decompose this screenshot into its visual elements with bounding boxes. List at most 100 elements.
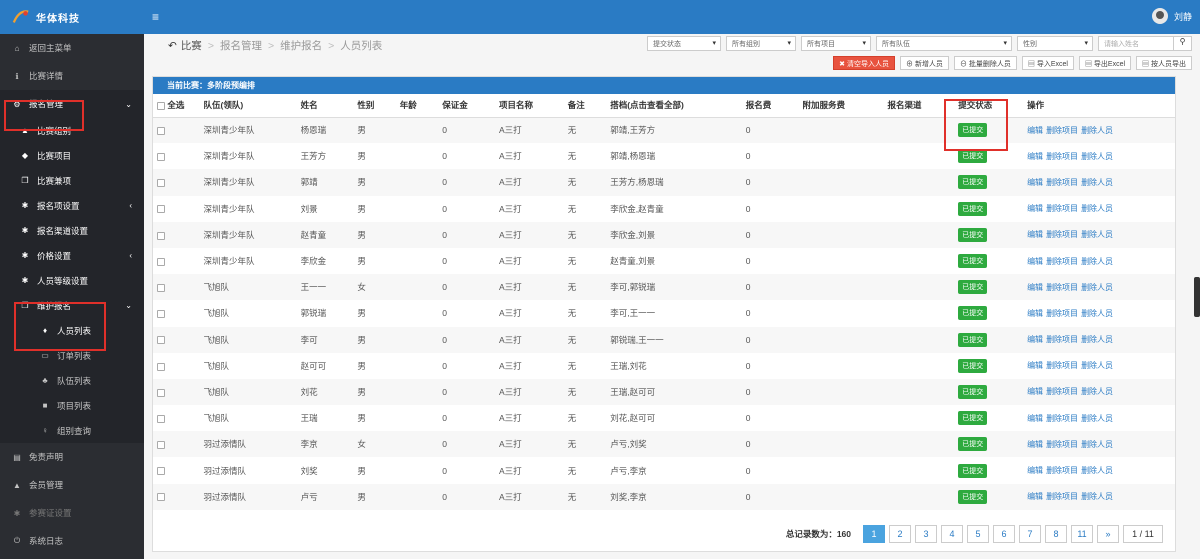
sidebar-item[interactable]: ✱ 参赛证设置 <box>0 499 144 527</box>
select-all-checkbox[interactable] <box>157 102 165 110</box>
add-person-button[interactable]: ⊕ 新增人员 <box>899 56 949 70</box>
delete-person-link[interactable]: 删除人员 <box>1081 283 1113 292</box>
cell-partner[interactable]: 李可,王一一 <box>610 308 655 318</box>
page-button[interactable]: 11 <box>1071 525 1093 543</box>
batch-delete-button[interactable]: ⊖ 批量删除人员 <box>953 56 1017 70</box>
delete-person-link[interactable]: 删除人员 <box>1081 361 1113 370</box>
edit-link[interactable]: 编辑 <box>1027 230 1043 239</box>
next-page-button[interactable]: » <box>1097 525 1119 543</box>
sidebar-item[interactable]: ♣ 队伍列表 <box>0 368 144 393</box>
edit-link[interactable]: 编辑 <box>1027 361 1043 370</box>
edit-link[interactable]: 编辑 <box>1027 414 1043 423</box>
delete-person-link[interactable]: 删除人员 <box>1081 387 1113 396</box>
cell-partner[interactable]: 王瑞,赵可可 <box>610 387 655 397</box>
delete-project-link[interactable]: 删除项目 <box>1046 126 1078 135</box>
sidebar-item[interactable]: ♦ 人员列表 <box>0 318 144 343</box>
row-checkbox[interactable] <box>157 336 165 345</box>
edit-link[interactable]: 编辑 <box>1027 335 1043 344</box>
cell-partner[interactable]: 郭靖,杨恩瑞 <box>610 151 655 161</box>
cell-partner[interactable]: 卢亏,李京 <box>610 466 646 476</box>
sidebar-item[interactable]: ❐ 维护报名 ⌄ <box>0 293 144 318</box>
edit-link[interactable]: 编辑 <box>1027 466 1043 475</box>
back-arrow-icon[interactable]: ↶ <box>168 40 177 52</box>
cell-partner[interactable]: 赵青童,刘景 <box>610 256 655 266</box>
delete-project-link[interactable]: 删除项目 <box>1046 309 1078 318</box>
delete-person-link[interactable]: 删除人员 <box>1081 230 1113 239</box>
delete-project-link[interactable]: 删除项目 <box>1046 492 1078 501</box>
sidebar-item[interactable]: ⏻ 系统日志 <box>0 527 144 555</box>
delete-project-link[interactable]: 删除项目 <box>1046 204 1078 213</box>
sidebar-item[interactable]: ✱ 人员等级设置 <box>0 268 144 293</box>
delete-person-link[interactable]: 删除人员 <box>1081 492 1113 501</box>
import-excel-button[interactable]: ▤ 导入Excel <box>1021 56 1074 70</box>
user-menu[interactable]: 刘静 <box>1151 8 1192 24</box>
search-input[interactable]: 请输入姓名 <box>1098 36 1174 51</box>
project-select[interactable]: 所有项目 <box>801 36 871 51</box>
delete-project-link[interactable]: 删除项目 <box>1046 178 1078 187</box>
sidebar-item[interactable]: ℹ 比赛详情 <box>0 62 144 90</box>
delete-project-link[interactable]: 删除项目 <box>1046 283 1078 292</box>
sidebar-item[interactable]: ✱ 报名渠道设置 <box>0 218 144 243</box>
row-checkbox[interactable] <box>157 283 165 292</box>
delete-project-link[interactable]: 删除项目 <box>1046 440 1078 449</box>
row-checkbox[interactable] <box>157 388 165 397</box>
delete-project-link[interactable]: 删除项目 <box>1046 466 1078 475</box>
page-button[interactable]: 5 <box>967 525 989 543</box>
cell-partner[interactable]: 李欣金,刘景 <box>610 230 655 240</box>
row-checkbox[interactable] <box>157 205 165 214</box>
cell-partner[interactable]: 王瑞,刘花 <box>610 361 646 371</box>
cell-partner[interactable]: 卢亏,刘奖 <box>610 439 646 449</box>
delete-person-link[interactable]: 删除人员 <box>1081 440 1113 449</box>
delete-person-link[interactable]: 删除人员 <box>1081 126 1113 135</box>
edit-link[interactable]: 编辑 <box>1027 440 1043 449</box>
sidebar-item[interactable]: ▲ 会员管理 <box>0 471 144 499</box>
breadcrumb-item[interactable]: 维护报名 <box>280 38 322 53</box>
sidebar-item[interactable]: ❐ 比赛兼项 <box>0 168 144 193</box>
edit-link[interactable]: 编辑 <box>1027 283 1043 292</box>
delete-project-link[interactable]: 删除项目 <box>1046 414 1078 423</box>
delete-person-link[interactable]: 删除人员 <box>1081 335 1113 344</box>
delete-project-link[interactable]: 删除项目 <box>1046 387 1078 396</box>
cell-partner[interactable]: 郭锐瑞,王一一 <box>610 335 663 345</box>
export-by-person-button[interactable]: ▤ 按人员导出 <box>1136 56 1192 70</box>
sidebar-item[interactable]: ◆ 比赛项目 <box>0 143 144 168</box>
breadcrumb-item[interactable]: 报名管理 <box>220 38 262 53</box>
edit-link[interactable]: 编辑 <box>1027 387 1043 396</box>
row-checkbox[interactable] <box>157 414 165 423</box>
edit-link[interactable]: 编辑 <box>1027 492 1043 501</box>
row-checkbox[interactable] <box>157 310 165 319</box>
status-select[interactable]: 提交状态 <box>647 36 721 51</box>
sidebar-item[interactable]: ▤ 免责声明 <box>0 443 144 471</box>
delete-project-link[interactable]: 删除项目 <box>1046 257 1078 266</box>
edit-link[interactable]: 编辑 <box>1027 178 1043 187</box>
cell-partner[interactable]: 李欣金,赵青童 <box>610 204 663 214</box>
row-checkbox[interactable] <box>157 179 165 188</box>
clear-import-button[interactable]: ✖ 清空导入人员 <box>833 56 895 70</box>
delete-person-link[interactable]: 删除人员 <box>1081 152 1113 161</box>
page-button[interactable]: 3 <box>915 525 937 543</box>
row-checkbox[interactable] <box>157 441 165 450</box>
delete-project-link[interactable]: 删除项目 <box>1046 230 1078 239</box>
delete-project-link[interactable]: 删除项目 <box>1046 152 1078 161</box>
cell-partner[interactable]: 刘奖,李京 <box>610 492 646 502</box>
row-checkbox[interactable] <box>157 231 165 240</box>
page-button[interactable]: 7 <box>1019 525 1041 543</box>
delete-project-link[interactable]: 删除项目 <box>1046 361 1078 370</box>
edit-link[interactable]: 编辑 <box>1027 152 1043 161</box>
page-button[interactable]: 4 <box>941 525 963 543</box>
row-checkbox[interactable] <box>157 362 165 371</box>
edit-link[interactable]: 编辑 <box>1027 309 1043 318</box>
page-button[interactable]: 6 <box>993 525 1015 543</box>
sidebar-item[interactable]: ▭ 订单列表 <box>0 343 144 368</box>
row-checkbox[interactable] <box>157 467 165 476</box>
page-button[interactable]: 1 <box>863 525 885 543</box>
row-checkbox[interactable] <box>157 257 165 266</box>
sidebar-item[interactable]: ⚙ 报名管理 ⌄ <box>0 90 144 118</box>
row-checkbox[interactable] <box>157 153 165 162</box>
edit-link[interactable]: 编辑 <box>1027 126 1043 135</box>
search-icon[interactable]: ⚲ <box>1174 36 1192 51</box>
sidebar-item[interactable]: ▲ 比赛组别 <box>0 118 144 143</box>
delete-person-link[interactable]: 删除人员 <box>1081 414 1113 423</box>
sidebar-item[interactable]: ✱ 价格设置 ‹ <box>0 243 144 268</box>
cell-partner[interactable]: 李可,郭锐瑞 <box>610 282 655 292</box>
